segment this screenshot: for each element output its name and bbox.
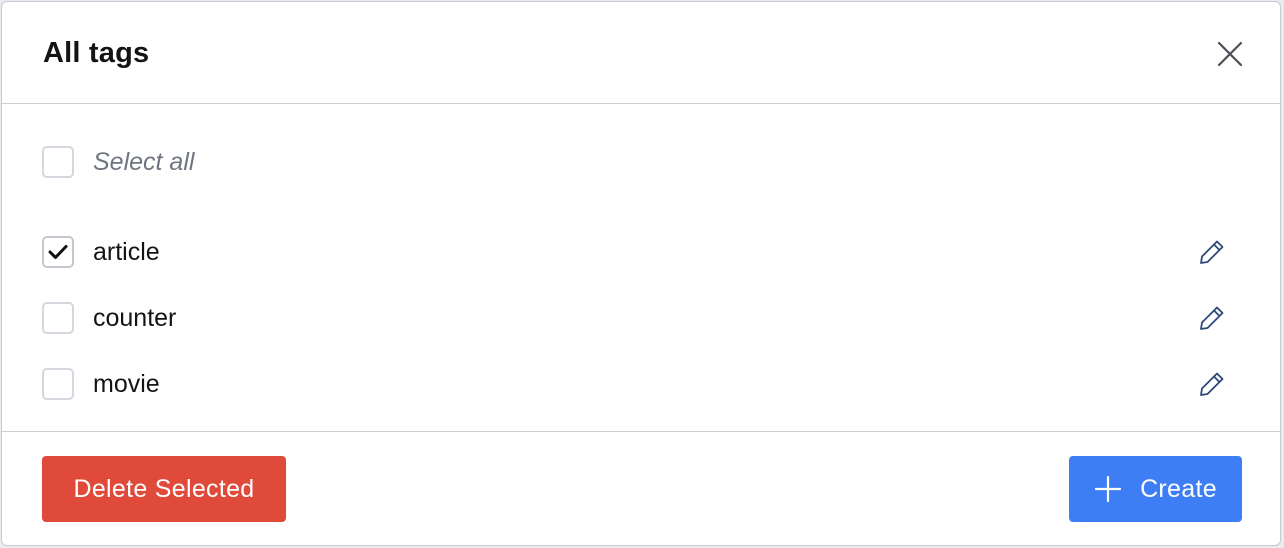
tag-name: counter [93, 303, 177, 332]
modal-title: All tags [43, 37, 150, 69]
modal-footer: Delete Selected Create [2, 432, 1280, 545]
pencil-icon [1200, 240, 1224, 264]
select-all-row: Select all [42, 144, 1240, 180]
tag-row-counter: counter [42, 300, 1240, 336]
close-button[interactable] [1212, 36, 1248, 72]
select-all-label: Select all [93, 147, 195, 176]
modal-header: All tags [2, 2, 1280, 104]
plus-icon [1094, 475, 1122, 503]
create-button-label: Create [1140, 474, 1217, 503]
tag-name: movie [93, 369, 160, 398]
checkmark-icon [48, 245, 68, 259]
tag-checkbox-counter[interactable] [42, 302, 74, 334]
delete-selected-button[interactable]: Delete Selected [42, 456, 286, 522]
tag-checkbox-article[interactable] [42, 236, 74, 268]
tags-modal: All tags Select all article counter movi… [1, 1, 1281, 546]
edit-tag-button-movie[interactable] [1194, 366, 1230, 402]
edit-tag-button-article[interactable] [1194, 234, 1230, 270]
tag-row-movie: movie [42, 366, 1240, 402]
edit-tag-button-counter[interactable] [1194, 300, 1230, 336]
tag-name: article [93, 237, 160, 266]
create-button[interactable]: Create [1069, 456, 1242, 522]
close-icon [1217, 41, 1243, 67]
pencil-icon [1200, 372, 1224, 396]
tag-checkbox-movie[interactable] [42, 368, 74, 400]
select-all-checkbox[interactable] [42, 146, 74, 178]
modal-body: Select all article counter movie [2, 104, 1280, 432]
pencil-icon [1200, 306, 1224, 330]
tag-row-article: article [42, 234, 1240, 270]
